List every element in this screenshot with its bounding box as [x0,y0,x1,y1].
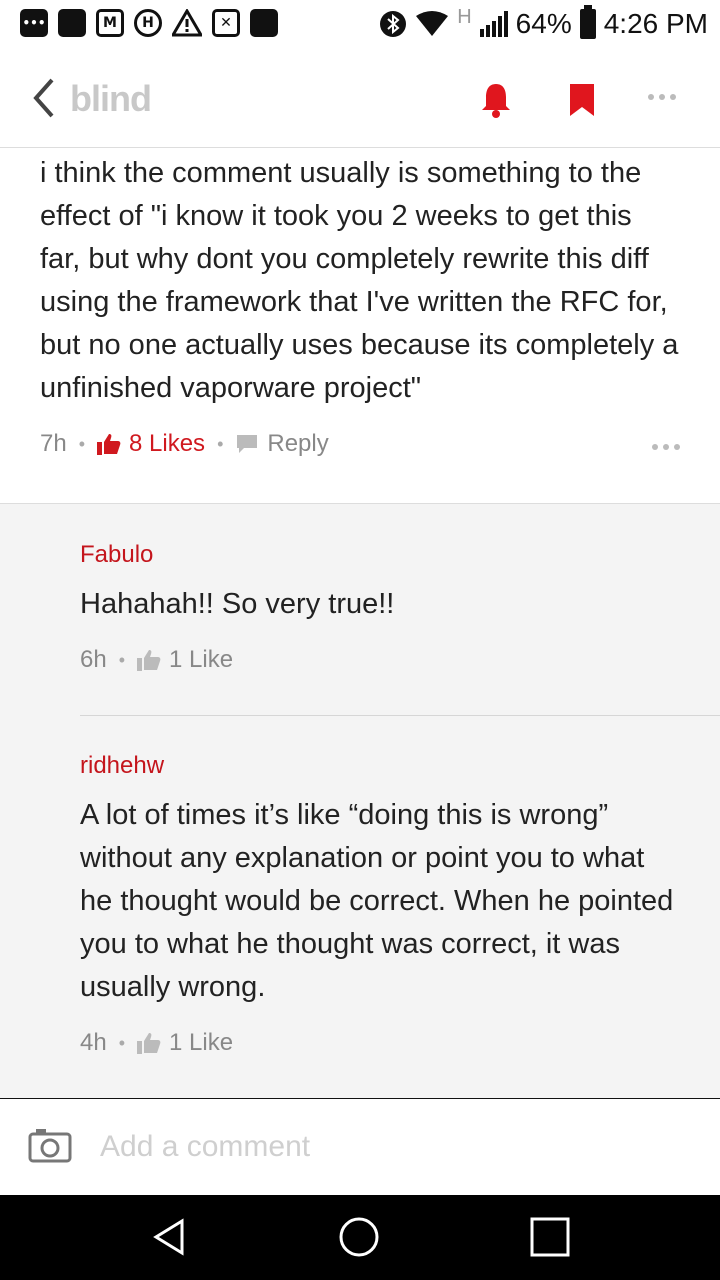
reply-item: Fabulo Hahahah!! So very true!! 6h • 1 L… [80,541,680,674]
nav-recents-icon[interactable] [528,1215,572,1259]
square-icon [58,9,86,37]
reply-time: 4h [80,1029,107,1056]
main-comment: i think the comment usually is something… [40,152,680,410]
reply-icon[interactable] [235,433,259,455]
bell-icon[interactable] [476,80,516,120]
battery-icon [579,5,596,39]
notification-icons: ••• M H ✕ [20,9,278,37]
close-box-icon: ✕ [212,9,240,37]
thumbs-up-icon[interactable] [137,1032,161,1054]
network-type: H [457,6,472,28]
system-nav-bar [0,1195,720,1280]
separator-dot: • [118,1032,126,1053]
warning-icon [172,9,202,37]
reply-item: ridhehw A lot of times it’s like “doing … [80,752,680,1057]
nav-home-icon[interactable] [337,1215,381,1259]
reply-meta: 6h • 1 Like [80,646,680,674]
comment-input[interactable] [100,1125,680,1169]
comment-more-icon[interactable] [652,444,680,450]
like-count[interactable]: 1 Like [169,646,233,674]
bookmark-icon[interactable] [562,80,602,120]
like-count[interactable]: 8 Likes [129,430,205,458]
clock: 4:26 PM [603,8,708,39]
separator-dot: • [118,649,126,670]
wifi-icon [416,11,449,36]
gmail-icon: M [96,9,124,37]
reply-divider [80,715,720,716]
signal-icon [479,11,508,37]
reply-text: Hahahah!! So very true!! [80,588,395,620]
comment-meta: 7h • 8 Likes • Reply [40,430,680,458]
thumbs-up-icon[interactable] [137,649,161,671]
bluetooth-icon [380,11,407,37]
comment-composer [0,1098,720,1195]
app-header: blind [0,50,720,148]
message-icon [250,9,278,37]
reply-button[interactable]: Reply [267,430,328,458]
back-icon[interactable] [26,74,66,122]
status-bar: ••• M H ✕ H 64% 4:26 PM [0,0,720,50]
app-logo: blind [70,78,152,119]
reply-meta: 4h • 1 Like [80,1029,680,1057]
overflow-menu-icon[interactable] [648,94,688,134]
like-count[interactable]: 1 Like [169,1029,233,1057]
reply-author[interactable]: Fabulo [80,541,680,569]
separator-dot: • [217,433,224,454]
reply-time: 6h [80,646,107,673]
comment-time: 7h [40,430,67,457]
camera-icon[interactable] [28,1127,72,1163]
nav-back-icon[interactable] [148,1215,192,1259]
battery-percent: 64% [515,8,572,39]
thumbs-up-icon[interactable] [97,433,121,455]
reply-text: A lot of times it’s like “doing this is … [80,799,674,1003]
hangouts-icon: H [134,9,162,37]
replies-section: Fabulo Hahahah!! So very true!! 6h • 1 L… [0,503,720,1098]
separator-dot: • [78,433,86,454]
more-icon: ••• [20,9,48,37]
system-status: H 64% 4:26 PM [379,4,708,44]
comment-text: i think the comment usually is something… [40,157,679,404]
reply-author[interactable]: ridhehw [80,752,680,780]
